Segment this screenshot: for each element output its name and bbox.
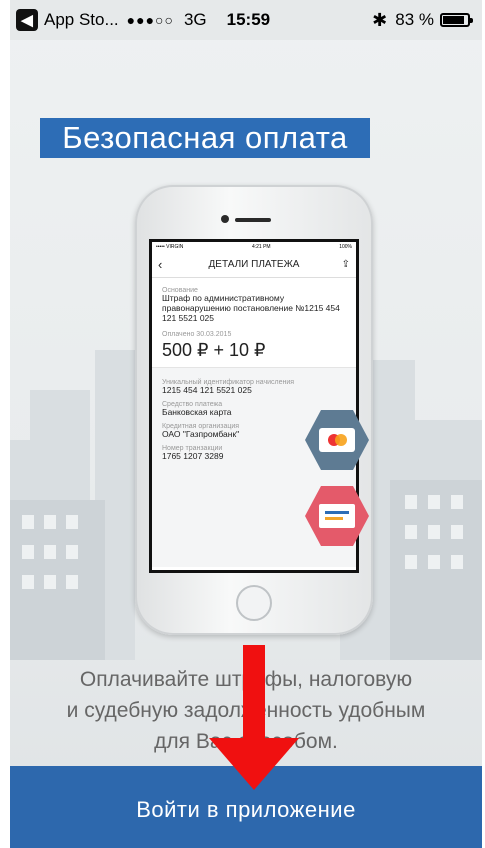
uid-value: 1215 454 121 5521 025 bbox=[162, 385, 252, 396]
bluetooth-icon: ✱ bbox=[372, 9, 388, 30]
payment-summary: Основание Штраф по административному пра… bbox=[152, 278, 356, 368]
basis-value: Штраф по административному правонарушени… bbox=[162, 293, 340, 323]
payment-details-title: ДЕТАЛИ ПЛАТЕЖА bbox=[208, 259, 300, 270]
mini-carrier: ••••• VIRGIN bbox=[156, 244, 184, 250]
mini-time: 4:21 PM bbox=[251, 244, 271, 250]
camera-dot bbox=[221, 215, 229, 223]
mini-status-bar: ••••• VIRGIN 4:21 PM 100% bbox=[152, 242, 356, 252]
share-icon: ⇪ bbox=[341, 259, 350, 270]
status-time: 15:59 bbox=[226, 10, 271, 29]
paid-label: Оплачено 30.03.2015 bbox=[162, 331, 232, 339]
payment-details-header: ‹ ДЕТАЛИ ПЛАТЕЖА ⇪ bbox=[152, 252, 356, 278]
battery-percent: 83 % bbox=[395, 10, 434, 29]
page-title: Безопасная оплата bbox=[40, 118, 370, 158]
red-arrow-shaft bbox=[243, 645, 265, 745]
home-button-illustration bbox=[236, 585, 272, 621]
back-to-app-icon[interactable]: ◀ bbox=[16, 9, 38, 31]
speaker-slot bbox=[235, 218, 271, 222]
chevron-left-icon: ‹ bbox=[158, 257, 163, 272]
signal-strength: ●●●○○ bbox=[126, 12, 174, 28]
mini-battery: 100% bbox=[339, 244, 352, 250]
back-app-label[interactable]: App Sto... bbox=[44, 10, 119, 30]
document-icon bbox=[319, 504, 355, 528]
battery-icon bbox=[440, 13, 473, 27]
network-type: 3G bbox=[183, 10, 207, 29]
credit-card-icon bbox=[319, 428, 355, 452]
app-screen: ◀ App Sto... ●●●○○ 3G 15:59 ✱ 83 % Безоп… bbox=[10, 0, 482, 848]
status-bar: ◀ App Sto... ●●●○○ 3G 15:59 ✱ 83 % bbox=[10, 0, 482, 40]
amount-value: 500 ₽ + 10 ₽ bbox=[162, 340, 266, 361]
